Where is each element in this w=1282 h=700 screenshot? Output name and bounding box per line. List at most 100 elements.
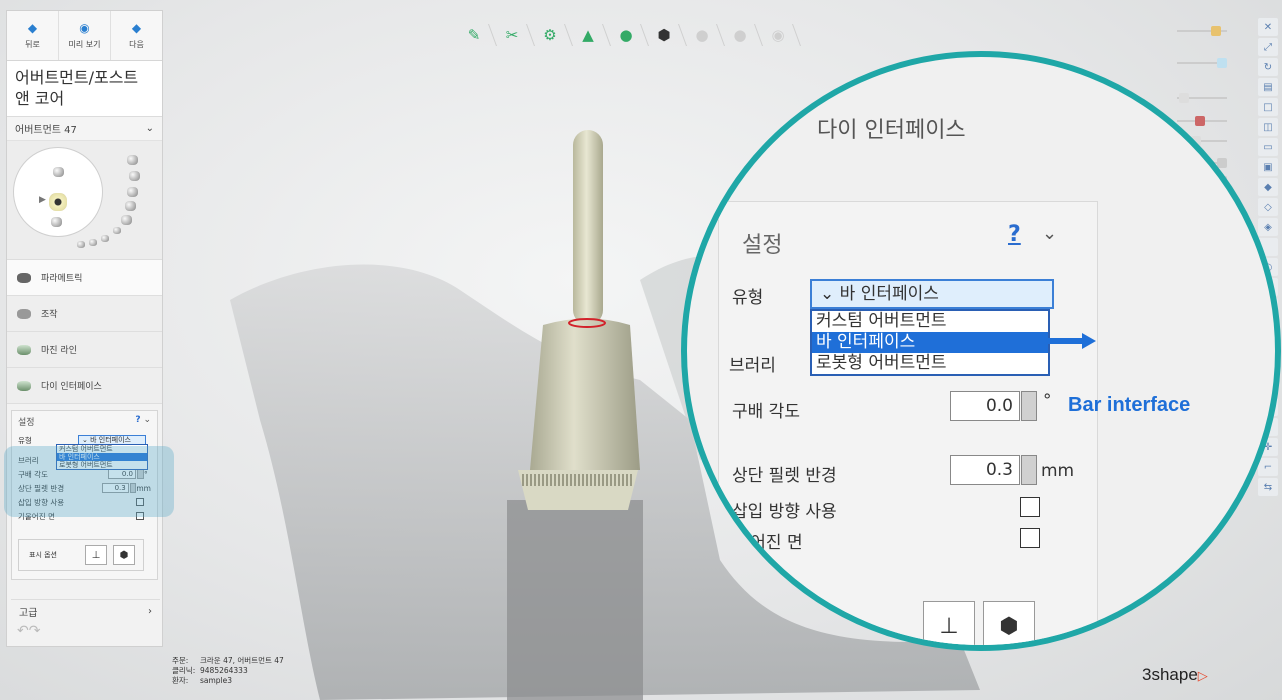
brand-logo: 3shape▷ — [1142, 665, 1208, 684]
next-button[interactable]: ◆ 다음 — [111, 11, 162, 60]
abutment-shaft — [573, 130, 603, 325]
magnified-option-robot: 로봇형 어버트먼트 — [816, 353, 947, 373]
chevron-down-icon: ⌄ — [145, 123, 154, 134]
step-crown2-icon[interactable]: ● — [721, 16, 759, 54]
preview-button[interactable]: ◉ 미리 보기 — [59, 11, 111, 60]
magnified-type-dropdown: ⌄ 바 인터페이스 — [810, 279, 1054, 309]
magnified-option-custom: 커스텀 어버트먼트 — [816, 311, 947, 331]
tooth-icon[interactable] — [113, 227, 121, 234]
tooth-icon[interactable] — [53, 167, 64, 177]
tooth-icon[interactable] — [127, 155, 138, 165]
eye-icon: ◉ — [79, 21, 90, 35]
workflow-toolbar: ✎ ✂ ⚙ ▲ ● ⬢ ● ● ◉ — [455, 16, 797, 54]
magnified-slope-spinner — [1021, 391, 1037, 421]
preview-label: 미리 보기 — [68, 40, 101, 49]
step-margin-icon[interactable]: ▲ — [569, 16, 607, 54]
tooth-icon[interactable] — [125, 201, 136, 211]
magnified-abutment-icon: ⬢ — [983, 601, 1035, 645]
margin-icon — [17, 344, 31, 355]
tooth-icon[interactable] — [89, 239, 97, 246]
magnified-insertion-checkbox — [1020, 497, 1040, 517]
step-pencil-icon[interactable]: ✎ — [455, 16, 493, 54]
3d-viewport[interactable]: ✎ ✂ ⚙ ▲ ● ⬢ ● ● ◉ ✕ ⤢ ↻ ▤ □ ◫ ▭ ▣ ◆ ◇ ◈ … — [0, 0, 1282, 700]
callout-label: Bar interface — [1068, 394, 1191, 416]
magnified-chevron-down-icon: ⌄ — [1042, 223, 1058, 244]
step-die-interface[interactable]: 다이 인터페이스 — [7, 368, 162, 404]
abutment-selector[interactable]: 어버트먼트 47 ⌄ — [7, 117, 162, 141]
chevron-down-icon: ⌄ — [820, 284, 840, 304]
magnified-settings-header: 설정 — [742, 233, 783, 258]
magnified-brush-label: 브러리 — [729, 356, 776, 376]
back-button[interactable]: ◆ 뒤로 — [7, 11, 59, 60]
magnified-slope-unit: ° — [1043, 391, 1052, 411]
magnified-slope-label: 구배 각도 — [732, 402, 800, 422]
tooth-icon[interactable] — [121, 215, 132, 225]
display-options: 표시 옵션 ⊥ ⬢ — [18, 539, 144, 571]
step-margin-line[interactable]: 마진 라인 — [7, 332, 162, 368]
magnified-settings-panel — [718, 201, 1098, 645]
back-label: 뒤로 — [25, 40, 40, 49]
magnified-option-bar: 바 인터페이스 — [812, 332, 1048, 353]
abutment-icon — [17, 272, 31, 283]
nav-bar: ◆ 뒤로 ◉ 미리 보기 ◆ 다음 — [7, 11, 162, 61]
tooth-map[interactable]: ▶ — [7, 141, 162, 259]
magnified-type-label: 유형 — [732, 288, 764, 308]
magnified-fillet-spinner — [1021, 455, 1037, 485]
abutment-body — [530, 318, 640, 470]
abutment-shadow — [507, 500, 643, 700]
chevron-right-icon: › — [148, 606, 152, 617]
chevron-down-icon[interactable]: ⌄ — [143, 415, 151, 425]
step-abutment-icon[interactable]: ⬢ — [645, 16, 683, 54]
magnified-slope-input: 0.0 — [950, 391, 1020, 421]
order-value: 크라운 47, 어버트먼트 47 — [200, 656, 284, 665]
next-label: 다음 — [129, 40, 144, 49]
magnified-axis-icon: ⊥ — [923, 601, 975, 645]
magnified-insertion-label: 삽입 방향 사용 — [732, 502, 837, 522]
tooth-icon[interactable] — [129, 171, 140, 181]
magnified-fillet-label: 상단 필렛 반경 — [732, 466, 837, 486]
advanced-section[interactable]: 고급 › — [11, 599, 160, 623]
visibility-slider[interactable] — [1177, 26, 1227, 36]
magnified-display-label: 셔 — [797, 622, 813, 642]
help-icon[interactable]: ? — [135, 415, 140, 425]
magnifier: 다이 인터페이스 설정 ? ⌄ 유형 ⌄ 바 인터페이스 커스텀 어버트먼트 바… — [681, 51, 1281, 651]
axis-toggle-icon[interactable]: ⊥ — [85, 545, 107, 565]
page-title: 어버트먼트/포스트 앤 코어 — [7, 61, 162, 117]
selected-tooth-icon[interactable] — [49, 193, 67, 211]
tooth-icon[interactable] — [51, 217, 62, 227]
step-manipulation[interactable]: 조작 — [7, 296, 162, 332]
settings-header[interactable]: 설정 ? ⌄ — [18, 415, 151, 428]
step-scissors-icon[interactable]: ✂ — [493, 16, 531, 54]
step-tooth-icon[interactable]: ● — [607, 16, 645, 54]
left-panel: ◆ 뒤로 ◉ 미리 보기 ◆ 다음 어버트먼트/포스트 앤 코어 어버트먼트 4… — [6, 10, 163, 647]
client-value: 9485264333 — [200, 666, 248, 675]
step-parametric[interactable]: 파라메트릭 — [7, 260, 162, 296]
tooth-icon[interactable] — [77, 241, 85, 248]
magnified-heading: 다이 인터페이스 — [817, 118, 966, 143]
tooth-icon[interactable] — [101, 235, 109, 242]
tooth-icon[interactable] — [127, 187, 138, 197]
magnified-help-icon: ? — [1008, 222, 1021, 247]
triangle-right-icon: ▶ — [39, 195, 46, 205]
close-icon[interactable]: ✕ — [1258, 18, 1278, 36]
magnified-tilted-checkbox — [1020, 528, 1040, 548]
back-arrow-icon: ◆ — [27, 21, 38, 35]
fit-view-icon[interactable]: ⤢ — [1258, 38, 1278, 56]
display-options-label: 표시 옵션 — [29, 551, 57, 559]
patient-value: sample3 — [200, 676, 233, 685]
chevron-down-icon: ⌄ — [82, 436, 91, 444]
magnified-fillet-input: 0.3 — [950, 455, 1020, 485]
undo-redo-icon[interactable]: ↶↷ — [17, 623, 40, 639]
step-finish-icon[interactable]: ◉ — [759, 16, 797, 54]
order-info: 주문: 크라운 47, 어버트먼트 47 클리닉: 9485264333 환자: sa… — [172, 656, 284, 685]
die-interface-icon — [17, 380, 31, 391]
magnified-dropdown-list: 커스텀 어버트먼트 바 인터페이스 로봇형 어버트먼트 — [810, 309, 1050, 376]
abutment-selector-label: 어버트먼트 47 — [15, 125, 77, 136]
magnified-tilted-label: 기울어진 면 — [719, 533, 803, 553]
workflow-steps: 파라메트릭 조작 마진 라인 다이 인터페이스 — [7, 259, 162, 404]
next-arrow-icon: ◆ — [131, 21, 142, 35]
abutment-view-icon[interactable]: ⬢ — [113, 545, 135, 565]
sculpt-icon — [17, 308, 31, 319]
step-crown-icon[interactable]: ● — [683, 16, 721, 54]
step-implant-icon[interactable]: ⚙ — [531, 16, 569, 54]
